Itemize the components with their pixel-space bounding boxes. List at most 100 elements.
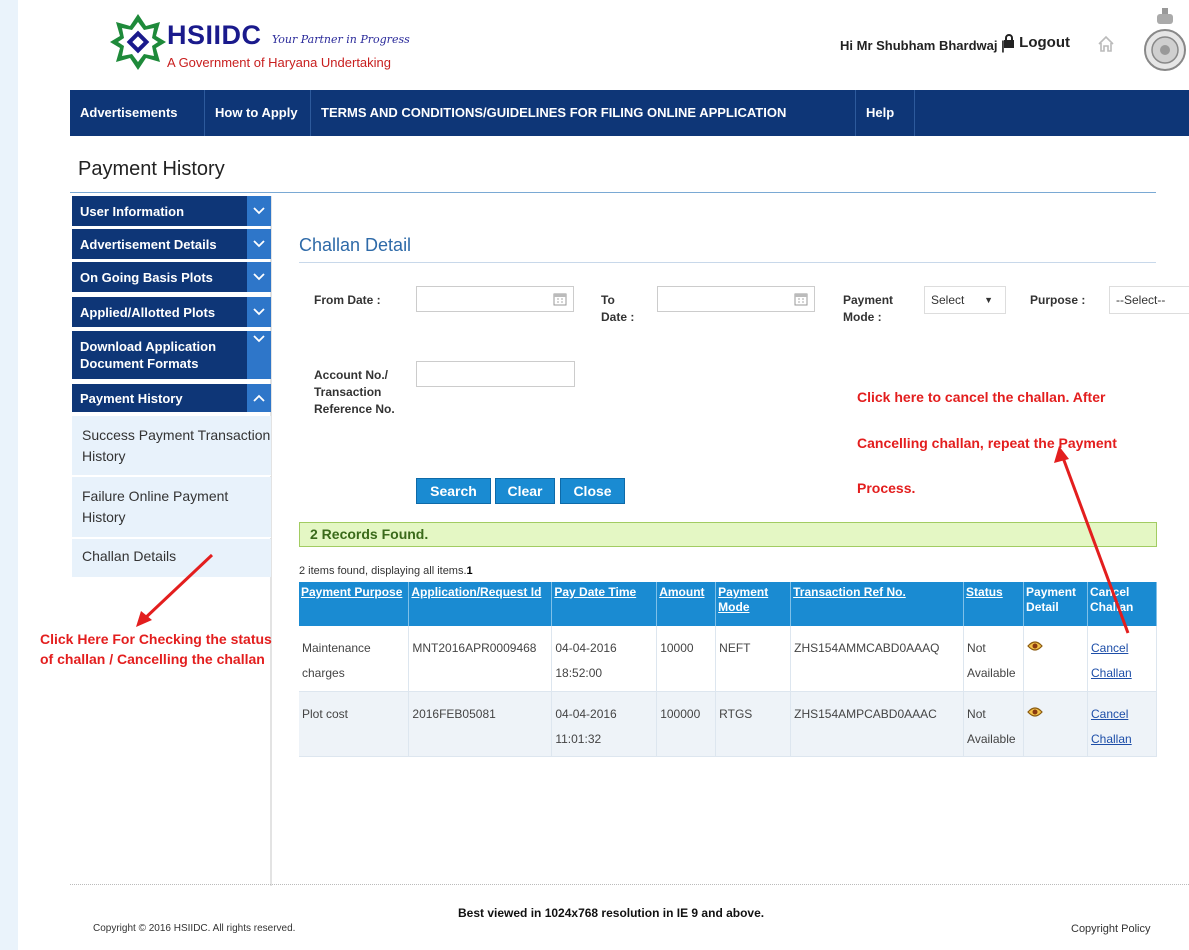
sidebar-item-user-information[interactable]: User Information — [72, 196, 271, 226]
cell-pay-date-time: 04-04-2016 18:52:00 — [551, 626, 658, 692]
chevron-down-icon — [247, 297, 271, 327]
column-header-payment-mode[interactable]: Payment Mode — [715, 582, 792, 626]
purpose-label: Purpose : — [1030, 293, 1086, 307]
purpose-select[interactable]: --Select-- — [1109, 286, 1189, 314]
table-row: Plot cost 2016FEB05081 04-04-2016 11:01:… — [299, 691, 1157, 757]
close-button[interactable]: Close — [560, 478, 625, 504]
search-button[interactable]: Search — [416, 478, 491, 504]
lock-icon — [1004, 34, 1014, 48]
home-icon[interactable] — [1097, 35, 1115, 53]
nav-help[interactable]: Help — [856, 90, 915, 136]
sidebar-item-applied-allotted-plots[interactable]: Applied/Allotted Plots — [72, 297, 271, 327]
annotation-right-line-3: Process. — [857, 480, 916, 496]
sidebar-item-label: User Information — [80, 203, 185, 219]
hsiidc-logo-icon — [110, 14, 166, 70]
column-header-application-id[interactable]: Application/Request Id — [408, 582, 553, 626]
items-found-summary: 2 items found, displaying all items. — [299, 565, 467, 577]
to-date-label: To Date : — [601, 293, 635, 324]
best-viewed-note: Best viewed in 1024x768 resolution in IE… — [458, 906, 765, 920]
logo-tagline: Your Partner in Progress — [272, 33, 410, 46]
cell-status: Not Available — [963, 626, 1025, 692]
from-date-input[interactable] — [416, 286, 574, 312]
cell-payment-purpose: Plot cost — [299, 691, 410, 757]
sidebar-sub-failure-payment[interactable]: Failure Online Payment History — [72, 477, 271, 538]
cell-amount: 10000 — [656, 626, 717, 692]
sidebar-item-advertisement-details[interactable]: Advertisement Details — [72, 229, 271, 259]
user-greeting: Hi Mr Shubham Bhardwaj | — [840, 38, 1005, 53]
cell-pay-date-time: 04-04-2016 11:01:32 — [551, 691, 658, 757]
sidebar-item-label: Payment History — [80, 390, 183, 406]
sidebar: User Information Advertisement Details O… — [70, 196, 272, 886]
cell-amount: 100000 — [656, 691, 717, 757]
copyright-policy-link[interactable]: Copyright Policy — [1071, 923, 1150, 935]
logout-label: Logout — [1019, 34, 1070, 51]
sidebar-sub-challan-details[interactable]: Challan Details — [72, 539, 271, 577]
sidebar-item-label: Download Application Document Formats — [80, 339, 217, 371]
chevron-down-icon — [247, 331, 271, 379]
chevron-up-icon — [247, 384, 271, 412]
cell-payment-mode: NEFT — [715, 626, 792, 692]
column-header-pay-date-time[interactable]: Pay Date Time — [551, 582, 658, 626]
main-navbar: Advertisements How to Apply TERMS AND CO… — [70, 90, 1189, 136]
page-title: Payment History — [78, 158, 225, 180]
section-divider — [299, 262, 1156, 263]
calendar-icon[interactable] — [794, 292, 808, 306]
table-header-row: Payment Purpose Application/Request Id P… — [299, 582, 1157, 626]
cell-application-id: 2016FEB05081 — [408, 691, 553, 757]
eye-icon[interactable] — [1027, 706, 1043, 718]
challan-table: Payment Purpose Application/Request Id P… — [299, 582, 1157, 757]
cell-cancel-challan: Cancel Challan — [1087, 691, 1157, 757]
clear-button[interactable]: Clear — [495, 478, 555, 504]
section-title: Challan Detail — [299, 235, 412, 255]
cancel-challan-link[interactable]: Cancel Challan — [1091, 707, 1132, 746]
cell-transaction-ref: ZHS154AMPCABD0AAAC — [790, 691, 965, 757]
cell-application-id: MNT2016APR0009468 — [408, 626, 553, 692]
cell-payment-detail — [1023, 691, 1088, 757]
sidebar-sub-success-payment[interactable]: Success Payment Transaction History — [72, 416, 271, 476]
copyright-text: Copyright © 2016 HSIIDC. All rights rese… — [93, 923, 296, 934]
logo-wordmark: HSIIDC — [167, 20, 262, 50]
cancel-challan-link[interactable]: Cancel Challan — [1091, 641, 1132, 680]
items-found-text: 2 items found, displaying all items.1 — [299, 565, 473, 577]
column-header-cancel-challan: Cancel Challan — [1087, 582, 1157, 626]
to-date-input[interactable] — [657, 286, 815, 312]
calendar-icon[interactable] — [553, 292, 567, 306]
column-header-status[interactable]: Status — [963, 582, 1025, 626]
sidebar-item-payment-history[interactable]: Payment History — [72, 384, 271, 412]
sidebar-item-download-formats[interactable]: Download Application Document Formats — [72, 331, 271, 379]
pager-page-number[interactable]: 1 — [467, 565, 473, 577]
footer-divider — [70, 884, 1189, 885]
logout-link[interactable]: Logout — [1003, 34, 1070, 51]
nav-terms-guidelines[interactable]: TERMS AND CONDITIONS/GUIDELINES FOR FILI… — [311, 90, 856, 136]
nav-advertisements[interactable]: Advertisements — [70, 90, 205, 136]
logo-subline: A Government of Haryana Undertaking — [167, 55, 392, 70]
account-ref-label: Account No./ Transaction Reference No. — [314, 368, 395, 416]
haryana-emblem-icon — [1144, 8, 1186, 71]
column-header-payment-detail: Payment Detail — [1023, 582, 1088, 626]
payment-mode-select[interactable]: Select ▼ — [924, 286, 1006, 314]
cell-payment-purpose: Maintenance charges — [299, 626, 410, 692]
column-header-amount[interactable]: Amount — [656, 582, 717, 626]
annotation-right-line-2: Cancelling challan, repeat the Payment — [857, 435, 1117, 451]
title-divider — [70, 192, 1156, 193]
account-ref-input[interactable] — [416, 361, 575, 387]
annotation-left-note: Click Here For Checking the status of ch… — [40, 631, 272, 667]
purpose-value: --Select-- — [1116, 293, 1166, 307]
left-edge-strip — [0, 0, 18, 950]
column-header-payment-purpose[interactable]: Payment Purpose — [299, 582, 410, 626]
eye-icon[interactable] — [1027, 640, 1043, 652]
sidebar-item-on-going-basis-plots[interactable]: On Going Basis Plots — [72, 262, 271, 292]
chevron-down-icon — [247, 196, 271, 226]
annotation-right-line-1: Click here to cancel the challan. After — [857, 389, 1106, 405]
nav-how-to-apply[interactable]: How to Apply — [205, 90, 311, 136]
cell-cancel-challan: Cancel Challan — [1087, 626, 1157, 692]
cell-transaction-ref: ZHS154AMMCABD0AAAQ — [790, 626, 965, 692]
cell-status: Not Available — [963, 691, 1025, 757]
site-header: HSIIDC Your Partner in Progress A Govern… — [70, 0, 1189, 86]
sidebar-item-label: On Going Basis Plots — [80, 269, 213, 285]
column-header-transaction-ref[interactable]: Transaction Ref No. — [790, 582, 965, 626]
payment-mode-value: Select — [931, 293, 965, 307]
payment-mode-label: Payment Mode : — [843, 293, 894, 324]
cell-payment-detail — [1023, 626, 1088, 692]
sidebar-item-label: Applied/Allotted Plots — [80, 304, 216, 320]
